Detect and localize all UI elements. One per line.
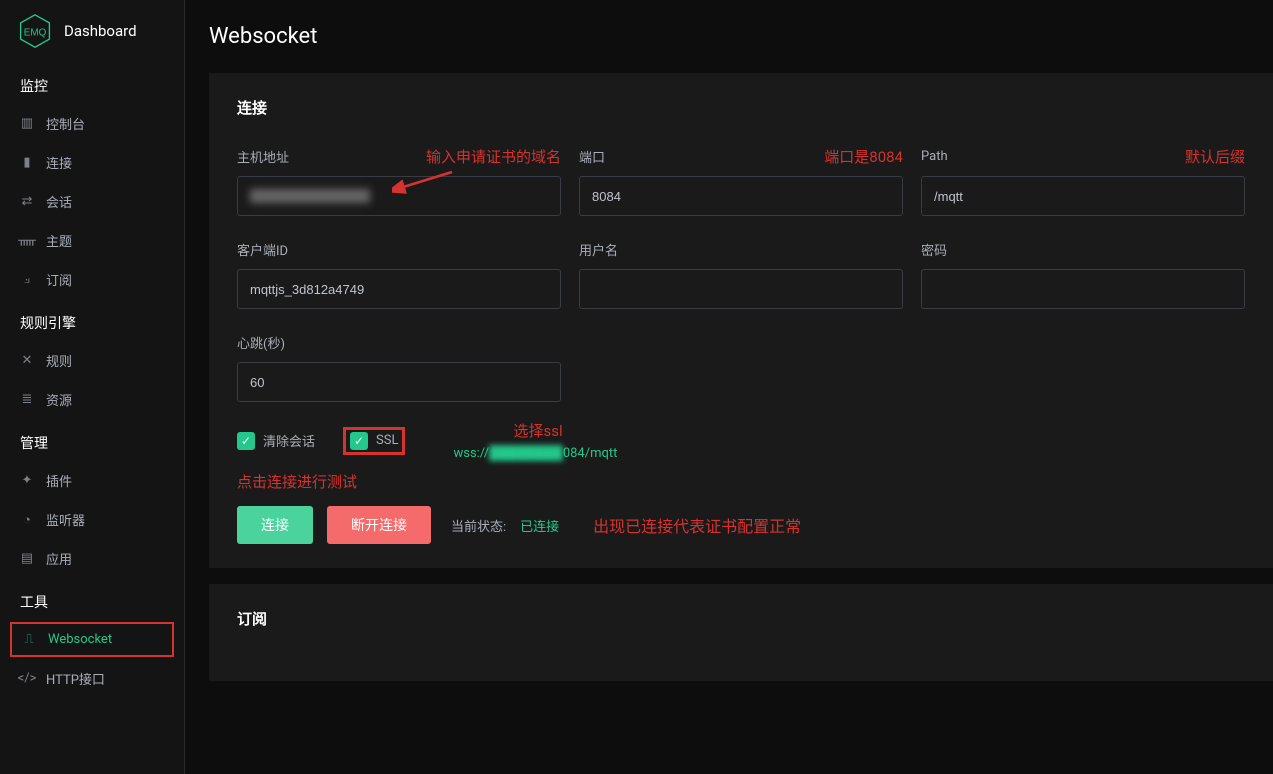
nav-group-tools: 工具 [0, 578, 184, 620]
sidebar-item-label: 应用 [46, 549, 72, 568]
sidebar-item-connections[interactable]: ▮ 连接 [0, 143, 184, 182]
sidebar-item-listeners[interactable]: ◔ 监听器 [0, 500, 184, 539]
sidebar-item-label: 会话 [46, 192, 72, 211]
clean-session-checkbox[interactable]: ✓ [237, 432, 255, 450]
clientid-field: 客户端ID [237, 240, 561, 309]
nav-group-monitor: 监控 [0, 62, 184, 104]
path-field: Path 默认后缀 [921, 146, 1245, 216]
url-display: 选择ssl wss://████████084/mqtt [453, 420, 617, 461]
heartbeat-field: 心跳(秒) [237, 333, 561, 402]
topic-icon: ᚅ [20, 234, 34, 248]
listener-icon: ◔ [20, 513, 34, 527]
websocket-icon: ⎍ [22, 633, 36, 647]
clean-session-group: ✓ 清除会话 [237, 431, 315, 450]
username-label: 用户名 [579, 240, 903, 259]
ssl-label: SSL [376, 433, 398, 448]
username-input[interactable] [579, 269, 903, 309]
page-title: Websocket [209, 24, 1273, 49]
code-icon: </> [20, 672, 34, 686]
sidebar-item-label: 规则 [46, 351, 72, 370]
rss-icon: ⟓ [20, 273, 34, 287]
clientid-input[interactable] [237, 269, 561, 309]
disconnect-button[interactable]: 断开连接 [327, 506, 431, 544]
app-icon: ▤ [20, 552, 34, 566]
sidebar-item-label: 订阅 [46, 270, 72, 289]
ssl-checkbox[interactable]: ✓ [350, 432, 368, 450]
path-annotation: 默认后缀 [1185, 146, 1245, 167]
port-field: 端口 端口是8084 [579, 146, 903, 216]
heartbeat-input[interactable] [237, 362, 561, 402]
svg-text:EMQ: EMQ [24, 28, 47, 39]
status-value: 已连接 [520, 516, 559, 535]
click-annotation: 点击连接进行测试 [237, 471, 1245, 492]
host-annotation: 输入申请证书的域名 [426, 146, 561, 167]
bar-chart-icon: ▥ [20, 117, 34, 131]
nav-group-manage: 管理 [0, 419, 184, 461]
host-input[interactable] [237, 176, 561, 216]
port-input[interactable] [579, 176, 903, 216]
sidebar-item-console[interactable]: ▥ 控制台 [0, 104, 184, 143]
sidebar-item-label: 主题 [46, 231, 72, 250]
connect-button[interactable]: 连接 [237, 506, 313, 544]
sidebar-item-label: 资源 [46, 390, 72, 409]
sidebar-item-label: Websocket [48, 632, 112, 647]
sidebar: EMQ Dashboard 监控 ▥ 控制台 ▮ 连接 ⇄ 会话 ᚅ 主题 ⟓ 订阅 规则… [0, 0, 185, 774]
sidebar-item-websocket[interactable]: ⎍ Websocket [10, 622, 174, 657]
sidebar-item-label: 控制台 [46, 114, 85, 133]
sidebar-item-sessions[interactable]: ⇄ 会话 [0, 182, 184, 221]
sidebar-item-topics[interactable]: ᚅ 主题 [0, 221, 184, 260]
heartbeat-label: 心跳(秒) [237, 333, 561, 352]
main-content: Websocket 连接 主机地址 输入申请证书的域名 [185, 0, 1273, 774]
path-label: Path [921, 149, 948, 164]
sidebar-item-label: 连接 [46, 153, 72, 172]
hexagon-icon: EMQ [17, 13, 53, 49]
swap-icon: ⇄ [20, 195, 34, 209]
plug-icon: ✦ [20, 474, 34, 488]
path-input[interactable] [921, 176, 1245, 216]
host-field: 主机地址 输入申请证书的域名 [237, 146, 561, 216]
sidebar-item-label: HTTP接口 [46, 669, 105, 688]
password-label: 密码 [921, 240, 1245, 259]
username-field: 用户名 [579, 240, 903, 309]
nav-group-rule: 规则引擎 [0, 299, 184, 341]
connect-panel-title: 连接 [237, 97, 1245, 118]
logo-row: EMQ Dashboard [0, 0, 184, 62]
port-label: 端口 [579, 147, 605, 166]
host-label: 主机地址 [237, 147, 289, 166]
sidebar-item-label: 插件 [46, 471, 72, 490]
sidebar-item-rules[interactable]: ✕ 规则 [0, 341, 184, 380]
shuffle-icon: ✕ [20, 354, 34, 368]
options-row: ✓ 清除会话 ✓ SSL 选择ssl wss://████████084/mqt… [237, 420, 1245, 461]
wss-url: wss://████████084/mqtt [453, 445, 617, 461]
status-annotation: 出现已连接代表证书配置正常 [593, 513, 801, 537]
ssl-annotation: 选择ssl [513, 420, 617, 441]
dashboard-label: Dashboard [64, 22, 137, 40]
ssl-group: ✓ SSL [343, 427, 405, 455]
connection-icon: ▮ [20, 156, 34, 170]
clientid-label: 客户端ID [237, 240, 561, 259]
password-field: 密码 [921, 240, 1245, 309]
port-annotation: 端口是8084 [824, 146, 903, 167]
password-input[interactable] [921, 269, 1245, 309]
list-icon: ≣ [20, 393, 34, 407]
sidebar-item-subscriptions[interactable]: ⟓ 订阅 [0, 260, 184, 299]
button-row: 连接 断开连接 当前状态: 已连接 出现已连接代表证书配置正常 [237, 506, 1245, 544]
clean-session-label: 清除会话 [263, 431, 315, 450]
subscribe-panel-title: 订阅 [237, 608, 1245, 629]
sidebar-item-applications[interactable]: ▤ 应用 [0, 539, 184, 578]
sidebar-item-http-api[interactable]: </> HTTP接口 [0, 659, 184, 698]
sidebar-item-label: 监听器 [46, 510, 85, 529]
logo-badge: EMQ [16, 12, 54, 50]
sidebar-item-plugins[interactable]: ✦ 插件 [0, 461, 184, 500]
subscribe-panel: 订阅 [209, 584, 1273, 681]
sidebar-item-resources[interactable]: ≣ 资源 [0, 380, 184, 419]
connect-panel: 连接 主机地址 输入申请证书的域名 端口 端口是8 [209, 73, 1273, 568]
status-label: 当前状态: [451, 516, 506, 535]
